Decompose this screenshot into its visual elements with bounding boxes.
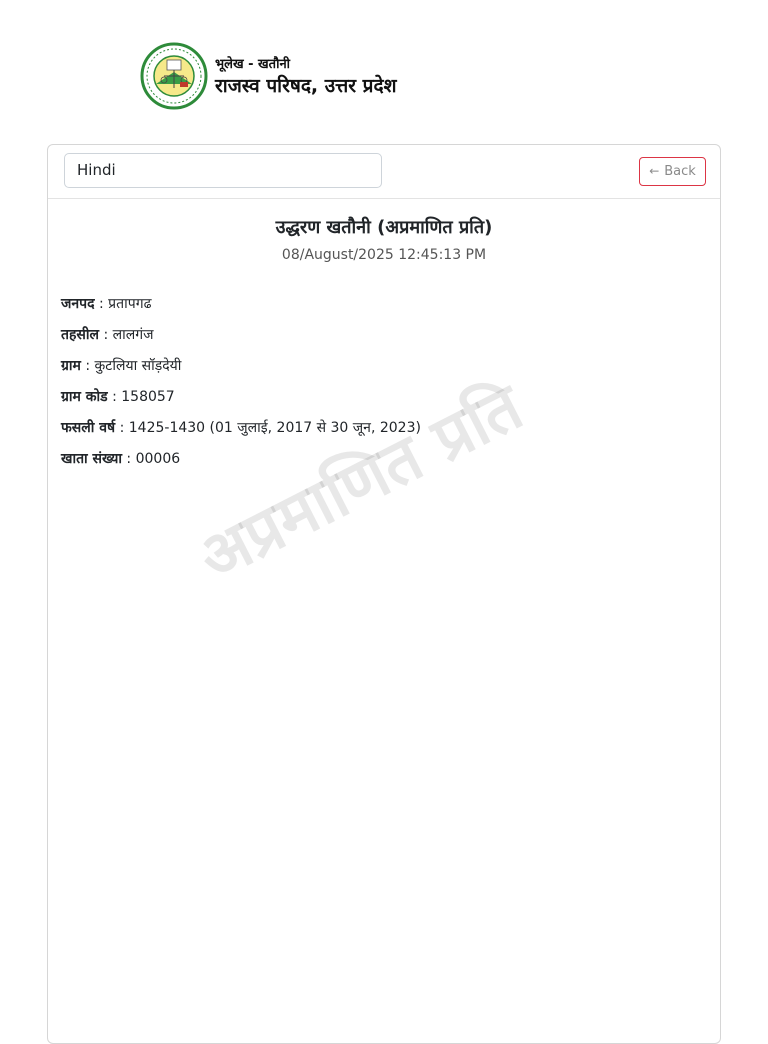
document-datetime: 08/August/2025 12:45:13 PM xyxy=(281,247,487,263)
portal-title: राजस्व परिषद, उत्तर प्रदेश xyxy=(215,75,397,97)
detail-value: प्रतापगढ xyxy=(108,296,152,312)
detail-row-tehsil: तहसील : लालगंज xyxy=(61,327,154,343)
arrow-left-icon: ← xyxy=(649,164,660,178)
detail-value: 1425-1430 (01 जुलाई, 2017 से 30 जून, 202… xyxy=(128,420,421,436)
detail-label: फसली वर्ष xyxy=(61,420,116,436)
card-toolbar: Hindi ← Back xyxy=(48,145,720,199)
back-button[interactable]: ← Back xyxy=(639,157,706,186)
organization-name: भूलेख - खतौनी राजस्व परिषद, उत्तर प्रदेश xyxy=(215,56,397,98)
detail-label: खाता संख्या xyxy=(61,451,122,467)
document-title: उद्धरण खतौनी (अप्रमाणित प्रति) xyxy=(275,217,493,238)
detail-value: 00006 xyxy=(135,451,181,467)
detail-value: कुटलिया सॉड़देयी xyxy=(94,358,182,374)
detail-value: लालगंज xyxy=(112,327,154,343)
detail-row-village-code: ग्राम कोड : 158057 xyxy=(61,389,175,405)
portal-subtitle: भूलेख - खतौनी xyxy=(215,57,291,72)
detail-label: ग्राम कोड xyxy=(61,389,108,405)
back-button-label: Back xyxy=(664,164,696,179)
site-header: भूलेख - खतौनी राजस्व परिषद, उत्तर प्रदेश xyxy=(140,42,460,116)
emblem-logo-icon xyxy=(140,42,208,110)
detail-label: तहसील xyxy=(61,327,99,343)
detail-row-village: ग्राम : कुटलिया सॉड़देयी xyxy=(61,358,182,374)
detail-row-district: जनपद : प्रतापगढ xyxy=(61,296,152,312)
language-select[interactable]: Hindi xyxy=(64,153,382,188)
detail-value: 158057 xyxy=(121,389,175,405)
detail-row-account-number: खाता संख्या : 00006 xyxy=(61,451,181,467)
detail-row-fasli-year: फसली वर्ष : 1425-1430 (01 जुलाई, 2017 से… xyxy=(61,420,421,436)
record-details: जनपद : प्रतापगढ तहसील : लालगंज ग्राम : क… xyxy=(61,295,421,481)
detail-label: जनपद xyxy=(61,296,95,312)
khatauni-card: Hindi ← Back अप्रमाणित प्रति उद्धरण खतौनी… xyxy=(47,144,721,1044)
detail-label: ग्राम xyxy=(61,358,81,374)
